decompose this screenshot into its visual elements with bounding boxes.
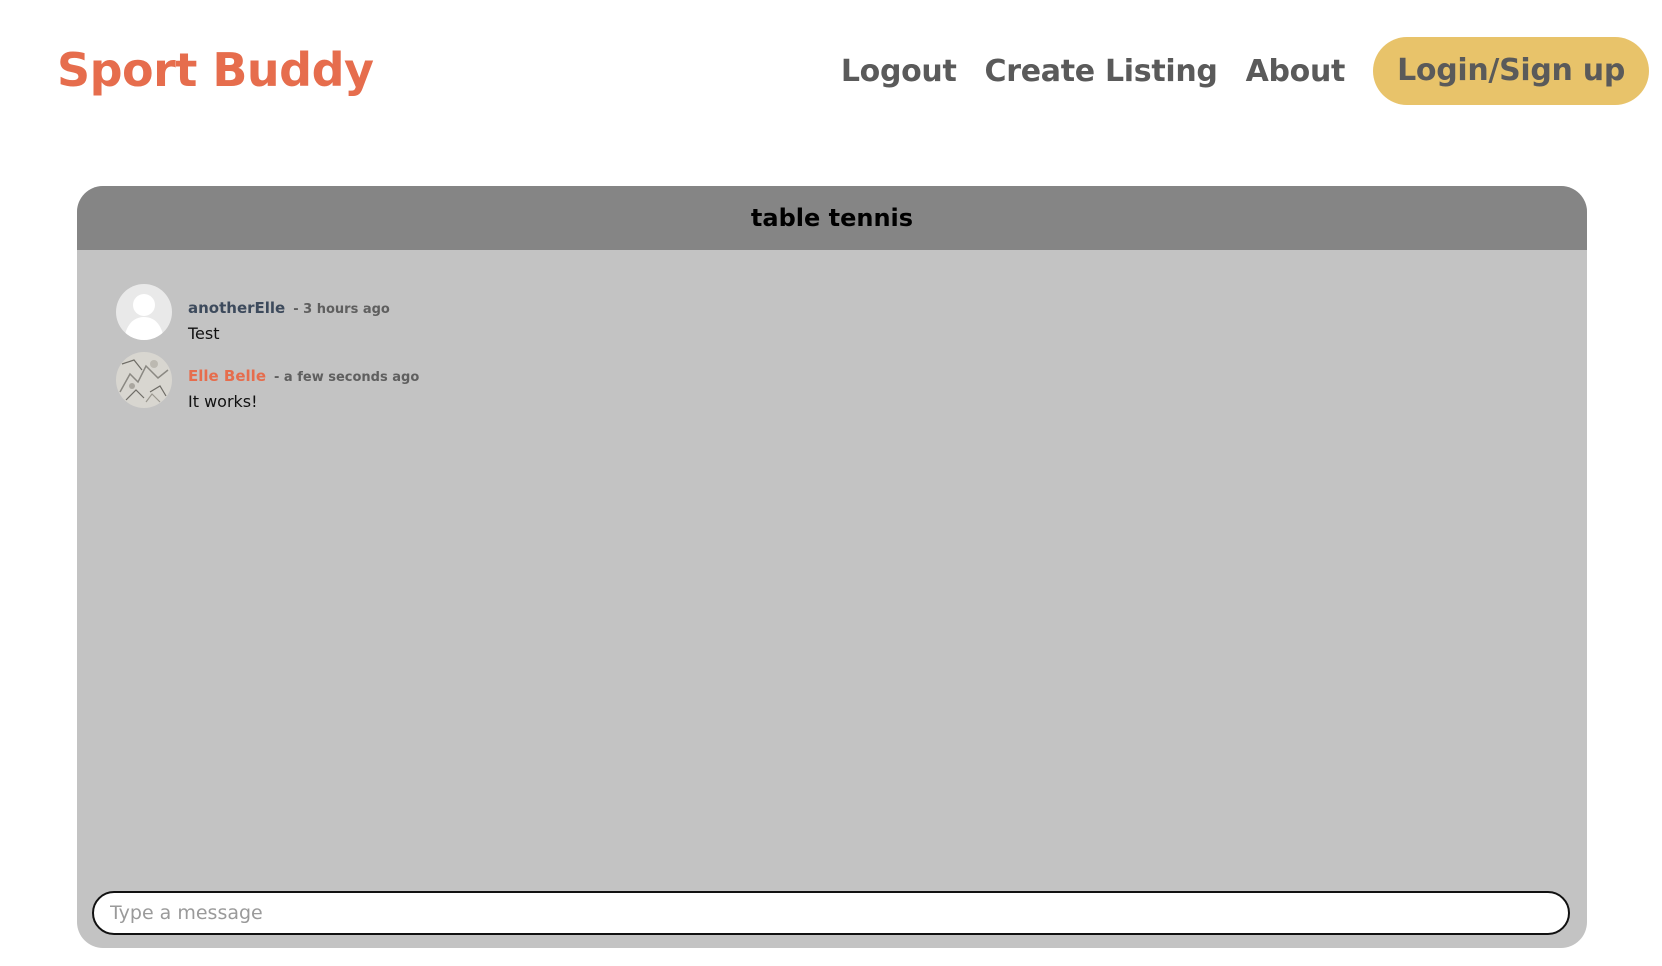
nav-create-listing[interactable]: Create Listing [985, 54, 1218, 89]
message-timestamp: - a few seconds ago [274, 370, 420, 385]
nav-logout[interactable]: Logout [841, 54, 957, 89]
message-meta: anotherElle - 3 hours ago [188, 298, 390, 320]
message-item: Elle Belle - a few seconds ago It works! [116, 352, 419, 414]
site-header: Sport Buddy Logout Create Listing About … [0, 0, 1662, 140]
photo-avatar-icon [116, 352, 172, 408]
message-body: anotherElle - 3 hours ago Test [188, 298, 390, 346]
chat-title: table tennis [750, 204, 914, 232]
login-signup-button[interactable]: Login/Sign up [1373, 37, 1649, 105]
message-item: anotherElle - 3 hours ago Test [116, 284, 419, 346]
message-body: Elle Belle - a few seconds ago It works! [188, 366, 419, 414]
message-list: anotherElle - 3 hours ago Test Elle Bell… [116, 284, 419, 434]
chat-header: table tennis [77, 186, 1587, 250]
message-input-container [92, 891, 1570, 935]
chat-panel: table tennis anotherElle - 3 hours ago T… [77, 186, 1587, 948]
message-author[interactable]: anotherElle [188, 298, 285, 318]
message-text: It works! [188, 392, 258, 411]
brand-logo[interactable]: Sport Buddy [57, 40, 374, 100]
message-input[interactable] [94, 893, 1568, 933]
default-user-avatar-icon [116, 284, 172, 340]
main-nav: Logout Create Listing About Login/Sign u… [841, 37, 1649, 105]
message-text: Test [188, 324, 220, 343]
nav-about[interactable]: About [1246, 54, 1346, 89]
message-timestamp: - 3 hours ago [293, 302, 390, 317]
message-author[interactable]: Elle Belle [188, 366, 266, 386]
message-meta: Elle Belle - a few seconds ago [188, 366, 419, 388]
